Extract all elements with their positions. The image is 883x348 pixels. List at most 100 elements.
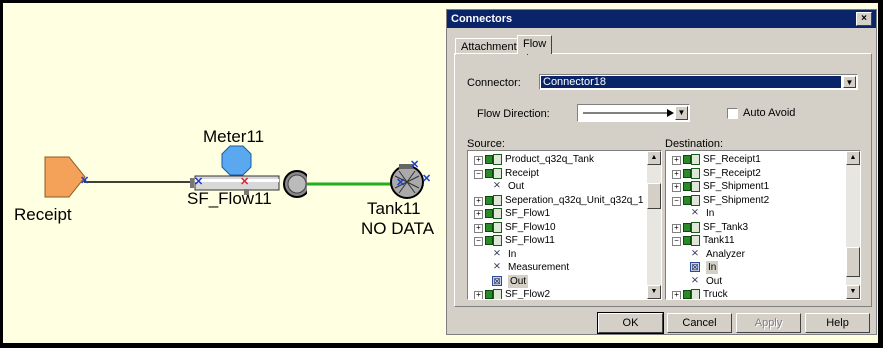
cancel-button[interactable]: Cancel (667, 313, 732, 333)
tree-item[interactable]: + Product_q32q_Tank (468, 153, 646, 166)
sf-flow-in-pin-icon[interactable]: ✕ (194, 177, 203, 188)
flow-direction-label: Flow Direction: (477, 108, 550, 120)
tree-item[interactable]: + SF_Flow1 (468, 207, 646, 220)
tree-item[interactable]: ⨯ Out (468, 180, 646, 193)
chevron-down-icon[interactable]: ▼ (843, 76, 856, 88)
pin-icon: ⨯ (492, 180, 502, 191)
node-icon (485, 194, 503, 206)
connector-select[interactable]: Connector18 ▼ (539, 74, 858, 90)
tree-item[interactable]: + Seperation_q32q_Unit_q32q_1 (468, 194, 646, 207)
expand-icon[interactable]: + (474, 196, 483, 206)
tree-item-label: In (706, 208, 715, 219)
tank-analyzer-pin-icon[interactable]: ✕ (410, 160, 419, 171)
expand-icon[interactable]: + (474, 291, 483, 299)
node-icon (683, 289, 701, 299)
tree-item-label: SF_Shipment2 (703, 194, 770, 206)
tree-item[interactable]: ⊠ In (666, 261, 844, 274)
tree-item-label: SF_Flow1 (505, 208, 551, 219)
expand-icon[interactable]: + (672, 291, 681, 299)
tree-item-label: Receipt (505, 167, 539, 179)
tree-item-label: SF_Shipment1 (703, 181, 770, 192)
tree-item-label: Measurement (508, 262, 570, 273)
tank11-node[interactable] (387, 161, 427, 201)
collapse-icon[interactable]: − (474, 169, 483, 179)
destination-scroll-thumb[interactable] (846, 247, 860, 277)
tree-item[interactable]: + SF_Tank3 (666, 221, 844, 234)
scroll-down-icon[interactable]: ▼ (846, 285, 860, 299)
tree-item[interactable]: ⊠ Out (468, 274, 646, 288)
tank-in-pin-icon[interactable]: ✕ (396, 178, 405, 189)
flow-direction-select[interactable]: ▼ (577, 104, 690, 122)
tree-item-label: SF_Flow10 (505, 221, 556, 233)
receipt-out-pin-icon[interactable]: ✕ (80, 176, 89, 187)
expand-icon[interactable]: + (474, 156, 483, 165)
apply-button[interactable]: Apply (736, 313, 801, 333)
destination-tree[interactable]: ▲ ▼ + SF_Receipt1 + SF_Receipt2 + SF_Shipment… (665, 150, 861, 300)
expand-icon[interactable]: + (672, 183, 681, 192)
arrow-right-icon (583, 109, 674, 117)
collapse-icon[interactable]: − (672, 237, 681, 246)
scroll-down-icon[interactable]: ▼ (647, 285, 661, 299)
close-icon[interactable]: × (856, 12, 872, 26)
tank-out-pin-icon[interactable]: ✕ (422, 174, 431, 185)
tree-item[interactable]: + SF_Flow10 (468, 221, 646, 234)
tank11-status: NO DATA (361, 219, 435, 238)
tree-item[interactable]: + Truck (666, 288, 844, 299)
pin-icon: ⨯ (690, 207, 700, 218)
expand-icon[interactable]: + (672, 169, 681, 179)
node-icon (485, 208, 503, 219)
scroll-up-icon[interactable]: ▲ (846, 151, 860, 165)
tree-item[interactable]: + SF_Shipment1 (666, 180, 844, 193)
destination-scrollbar[interactable]: ▲ ▼ (846, 151, 860, 299)
receipt-label: Receipt (14, 205, 72, 224)
tree-item-label: SF_Flow11 (505, 235, 555, 246)
auto-avoid-label: Auto Avoid (743, 107, 796, 119)
tree-item[interactable]: ⨯ In (468, 248, 646, 261)
scroll-up-icon[interactable]: ▲ (647, 151, 661, 165)
sf-flow-measurement-pin-icon[interactable]: ✕ (240, 177, 249, 188)
tree-item[interactable]: + SF_Flow2 (468, 288, 646, 299)
source-scroll-thumb[interactable] (647, 183, 661, 209)
node-icon (683, 167, 701, 179)
tree-item[interactable]: − Tank11 (666, 234, 844, 247)
tree-item[interactable]: + SF_Receipt2 (666, 167, 844, 180)
tree-item-label: Out (706, 275, 723, 287)
pin-icon: ⊠ (690, 262, 700, 272)
collapse-icon[interactable]: − (474, 237, 483, 246)
tree-item-label: Product_q32q_Tank (505, 154, 594, 165)
pin-icon: ⨯ (690, 274, 700, 286)
expand-icon[interactable]: + (672, 223, 681, 233)
dialog-titlebar[interactable]: Connectors × (447, 10, 876, 28)
expand-icon[interactable]: + (474, 210, 483, 219)
chevron-down-icon[interactable]: ▼ (675, 106, 688, 120)
source-tree[interactable]: ▲ ▼ + Product_q32q_Tank − Receipt ⨯ Out + Seper… (467, 150, 662, 300)
pin-icon: ⊠ (492, 275, 502, 286)
node-icon (683, 181, 701, 192)
help-button[interactable]: Help (805, 313, 870, 333)
auto-avoid-checkbox[interactable] (727, 108, 738, 119)
collapse-icon[interactable]: − (672, 196, 681, 206)
source-label: Source: (467, 138, 505, 150)
tree-item[interactable]: + SF_Receipt1 (666, 153, 844, 166)
tree-item[interactable]: − Receipt (468, 167, 646, 180)
connector-label: Connector: (467, 77, 521, 89)
tree-item[interactable]: ⨯ In (666, 207, 844, 220)
flow-tab-panel: Connector: Connector18 ▼ Flow Direction:… (454, 53, 872, 307)
expand-icon[interactable]: + (474, 223, 483, 233)
tree-item[interactable]: ⨯ Out (666, 275, 844, 288)
connector-select-value: Connector18 (541, 76, 841, 88)
tank11-label: Tank11 (367, 199, 421, 218)
tree-item-label: Analyzer (706, 248, 745, 260)
meter-label: Meter11 (203, 127, 265, 146)
tree-item[interactable]: − SF_Shipment2 (666, 194, 844, 207)
tree-item-label: Out (508, 181, 525, 192)
expand-icon[interactable]: + (672, 156, 681, 165)
tree-item[interactable]: − SF_Flow11 (468, 234, 646, 247)
tree-item[interactable]: ⨯ Analyzer (666, 248, 844, 261)
tree-item[interactable]: ⨯ Measurement (468, 261, 646, 274)
ok-button[interactable]: OK (597, 312, 664, 334)
source-scrollbar[interactable]: ▲ ▼ (647, 151, 661, 299)
node-icon (485, 235, 503, 246)
tab-flow[interactable]: Flow (517, 35, 553, 54)
pin-icon: ⨯ (690, 247, 700, 259)
